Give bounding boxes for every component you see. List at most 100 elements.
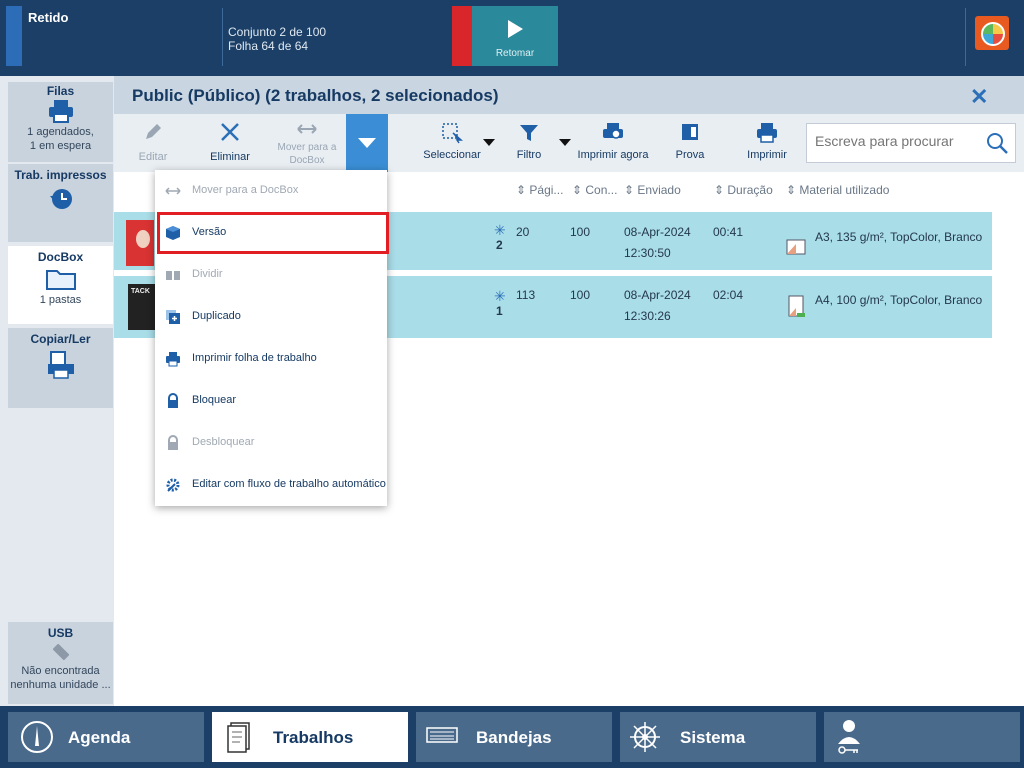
edit-label: Editar xyxy=(138,151,168,163)
split-icon xyxy=(166,271,180,280)
workflow-gear-icon xyxy=(166,478,180,492)
move-arrows-icon xyxy=(297,124,317,134)
folder-icon xyxy=(45,270,76,290)
job-sent-date: 08-Apr-2024 xyxy=(624,288,691,302)
menu-item-label: Editar com fluxo de trabalho automático xyxy=(192,478,386,490)
duplicate-icon xyxy=(166,310,180,324)
print-button[interactable]: Imprimir xyxy=(742,122,792,161)
documents-icon xyxy=(227,722,250,753)
app-logo-icon[interactable] xyxy=(975,16,1009,50)
sidebar-item-label: DocBox xyxy=(37,250,84,264)
nav-user[interactable] xyxy=(824,712,1020,762)
print-sheet-icon xyxy=(166,352,180,367)
close-icon[interactable]: ✕ xyxy=(970,84,988,110)
settings-icon: ✳ xyxy=(494,288,506,304)
job-copies: 100 xyxy=(570,225,591,239)
delete-button[interactable]: Eliminar xyxy=(200,120,260,163)
search-input[interactable] xyxy=(813,132,977,150)
filter-button[interactable]: Filtro xyxy=(508,122,550,161)
nav-label: Bandejas xyxy=(476,728,552,747)
history-icon xyxy=(49,189,72,209)
menu-item-lock[interactable]: Bloquear xyxy=(155,380,387,422)
move-to-docbox-button[interactable]: Mover para a DocBox xyxy=(272,122,342,167)
menu-item-print-job-sheet[interactable]: Imprimir folha de trabalho xyxy=(155,338,387,380)
menu-item-duplicate[interactable]: Duplicado xyxy=(155,296,387,338)
job-progress: Conjunto 2 de 100 Folha 64 de 64 xyxy=(228,25,326,53)
queues-waiting: 1 em espera xyxy=(29,140,92,152)
status-indicator xyxy=(6,6,22,66)
job-media: A3, 135 g/m², TopColor, Branco xyxy=(815,230,983,244)
queues-scheduled: 1 agendados, xyxy=(27,126,94,138)
sidebar-item-usb[interactable]: USB Não encontrada nenhuma unidade ... xyxy=(8,622,113,704)
search-field[interactable] xyxy=(806,123,1016,163)
set-progress: Conjunto 2 de 100 xyxy=(228,25,327,39)
menu-item-unlock[interactable]: Desbloquear xyxy=(155,422,387,464)
job-sent-date: 08-Apr-2024 xyxy=(624,225,691,239)
column-header-pages[interactable]: ⇕ Pági... xyxy=(516,183,563,197)
lock-icon xyxy=(168,393,178,408)
select-label: Seleccionar xyxy=(423,149,481,161)
print-label: Imprimir xyxy=(747,149,787,161)
select-icon xyxy=(442,123,463,144)
resume-label: Retomar xyxy=(495,48,535,59)
proof-label: Prova xyxy=(675,149,705,161)
sidebar-item-copy-scan[interactable]: Copiar/Ler xyxy=(8,328,113,408)
usb-label: USB xyxy=(47,626,74,640)
chevron-down-icon xyxy=(358,138,376,148)
job-pages: 113 xyxy=(516,288,536,302)
menu-item-label: Dividir xyxy=(192,268,223,280)
delete-label: Eliminar xyxy=(210,151,250,163)
select-dropdown-arrow-icon[interactable] xyxy=(483,139,495,146)
page-title: Public (Público) (2 trabalhos, 2 selecio… xyxy=(132,86,499,105)
job-count: 2 xyxy=(496,238,503,252)
move-label: Mover para a DocBox xyxy=(277,142,337,166)
proof-button[interactable]: Prova xyxy=(668,122,712,161)
nav-system[interactable]: Sistema xyxy=(620,712,816,762)
sidebar-item-queues[interactable]: Filas 1 agendados, 1 em espera xyxy=(8,82,113,162)
nav-trays[interactable]: Bandejas xyxy=(416,712,612,762)
media-sheet-icon xyxy=(786,239,806,255)
settings-icon: ✳ xyxy=(494,222,506,238)
job-count: 1 xyxy=(496,304,503,318)
menu-item-move-to-docbox[interactable]: Mover para a DocBox xyxy=(155,170,387,212)
sidebar-item-label: Filas xyxy=(46,84,75,98)
menu-item-split[interactable]: Dividir xyxy=(155,254,387,296)
printer-icon xyxy=(48,100,73,123)
sidebar-item-printed-jobs[interactable]: Trab. impressos xyxy=(8,164,113,242)
job-media: A4, 100 g/m², TopColor, Branco xyxy=(815,293,983,307)
column-header-copies[interactable]: ⇕ Con... xyxy=(572,183,617,197)
more-options-dropdown-button[interactable] xyxy=(346,114,388,172)
print-now-button[interactable]: Imprimir agora xyxy=(576,122,650,161)
nav-jobs[interactable]: Trabalhos xyxy=(212,712,408,762)
search-icon[interactable] xyxy=(985,131,1009,155)
sheet-progress: Folha 64 de 64 xyxy=(228,39,309,53)
column-header-duration[interactable]: ⇕ Duração xyxy=(714,183,773,197)
job-copies: 100 xyxy=(570,288,591,302)
user-key-icon xyxy=(838,720,860,754)
menu-item-edit-automated-workflow[interactable]: Editar com fluxo de trabalho automático xyxy=(155,464,387,506)
menu-item-label: Mover para a DocBox xyxy=(192,184,299,196)
media-sheet-icon xyxy=(788,295,805,317)
filter-label: Filtro xyxy=(516,149,542,161)
resume-button[interactable]: Retomar xyxy=(472,6,558,66)
column-header-sent[interactable]: ⇕ Enviado xyxy=(624,183,681,197)
system-wheel-icon xyxy=(630,722,660,752)
filter-icon xyxy=(520,125,538,141)
job-duration: 02:04 xyxy=(713,288,744,302)
printer-status: Retido xyxy=(28,10,69,25)
sidebar-item-label: Copiar/Ler xyxy=(30,332,91,346)
usb-icon xyxy=(52,643,69,661)
menu-item-label: Desbloquear xyxy=(192,436,255,448)
select-button[interactable]: Seleccionar xyxy=(420,122,484,161)
print-now-icon xyxy=(603,123,623,139)
copy-scan-icon xyxy=(47,351,74,379)
unlock-icon xyxy=(168,435,178,450)
nav-schedule[interactable]: Agenda xyxy=(8,712,204,762)
edit-button[interactable]: Editar xyxy=(124,120,182,163)
filter-dropdown-arrow-icon[interactable] xyxy=(559,139,571,146)
column-header-media[interactable]: ⇕ Material utilizado xyxy=(786,183,889,197)
play-icon xyxy=(508,20,523,38)
sidebar-item-docbox[interactable]: DocBox 1 pastas xyxy=(8,246,113,324)
proof-icon xyxy=(682,124,698,140)
nav-label: Trabalhos xyxy=(273,728,354,747)
